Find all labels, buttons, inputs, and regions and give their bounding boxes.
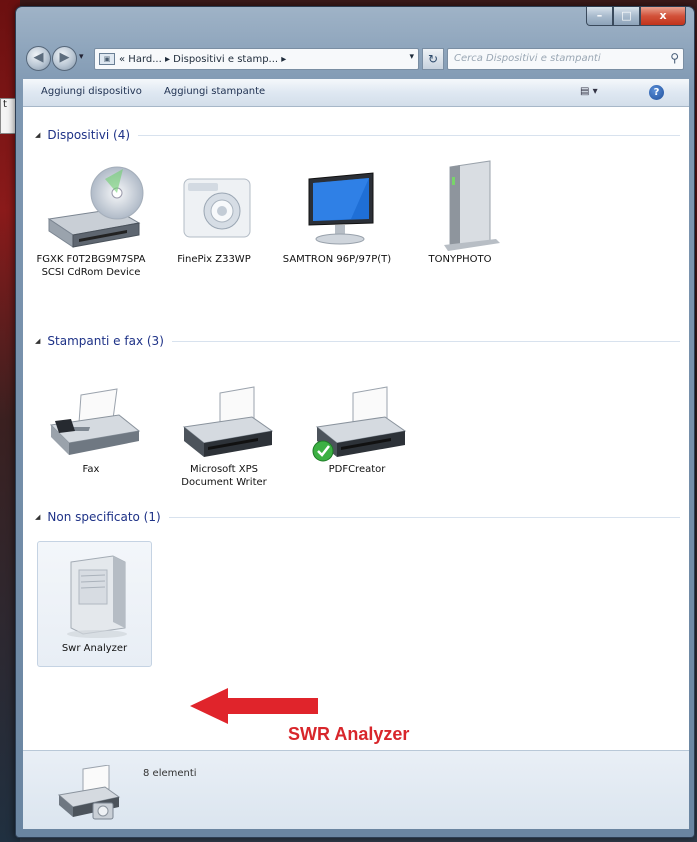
device-label: SAMTRON 96P/97P(T) [282,254,392,265]
device-item[interactable]: FinePix Z33WP [158,157,270,266]
close-button[interactable]: x [640,7,686,26]
search-input[interactable]: Cerca Dispositivi e stampanti ⚲ [447,48,684,70]
group-title: Dispositivi (4) [47,128,131,142]
fax-icon [35,375,147,463]
refresh-button[interactable]: ↻ [422,48,444,70]
details-pane: 8 elementi [23,750,689,829]
group-divider [168,516,680,518]
device-item[interactable]: FGXK F0T2BG9M7SPA SCSI CdRom Device [35,157,147,279]
title-bar[interactable]: – □ x [16,7,694,37]
device-label: FGXK F0T2BG9M7SPA SCSI CdRom Device [36,254,146,278]
printer-icon [168,375,280,463]
printer-label: PDFCreator [328,464,386,475]
collapse-arrow-icon[interactable]: ◢ [35,513,40,521]
address-text: « Hard... ▸ Dispositivi e stamp... ▸ [119,53,287,65]
group-title: Stampanti e fax (3) [47,334,164,348]
recent-pages-dropdown[interactable]: ▾ [79,52,84,62]
group-title: Non specificato (1) [47,510,161,524]
printer-label: Microsoft XPS Document Writer [181,464,267,488]
address-dropdown-icon[interactable]: ▾ [409,52,414,62]
forward-arrow-icon[interactable]: ▶ [52,46,77,71]
collapse-arrow-icon[interactable]: ◢ [35,131,40,139]
printer-item[interactable]: Microsoft XPS Document Writer [168,375,280,489]
group-divider [138,134,680,136]
search-placeholder: Cerca Dispositivi e stampanti [454,53,601,64]
address-bar[interactable]: ▣ « Hard... ▸ Dispositivi e stamp... ▸ ▾ [94,48,419,70]
help-button[interactable]: ? [649,85,664,100]
group-header-unspecified[interactable]: ◢ Non specificato (1) [35,509,680,525]
minimize-button[interactable]: – [586,7,613,26]
device-label: Swr Analyzer [61,643,128,654]
device-item[interactable]: TONYPHOTO [404,157,516,266]
computer-tower-icon [404,157,516,253]
devices-and-printers-icon [57,765,121,820]
group-header-printers[interactable]: ◢ Stampanti e fax (3) [35,333,680,349]
devices-content-pane: ◢ Dispositivi (4) FGXK F0T2BG9M7SPA SCSI… [23,107,689,750]
add-printer-button[interactable]: Aggiungi stampante [164,86,265,97]
add-device-button[interactable]: Aggiungi dispositivo [41,86,142,97]
explorer-window: – □ x ◀ ▶ ▾ ▣ « Hard... ▸ Dispositivi e … [15,6,695,838]
devices-folder-icon: ▣ [99,53,115,65]
printer-label: Fax [82,464,100,475]
printer-item[interactable]: Fax [35,375,147,476]
annotation-label: SWR Analyzer [288,724,410,744]
device-label: FinePix Z33WP [177,254,251,265]
cdrom-drive-icon [35,157,147,253]
view-options-icon[interactable]: ▤ ▾ [580,86,598,97]
desktop-note-text: t [3,99,7,110]
navigation-row: ◀ ▶ ▾ ▣ « Hard... ▸ Dispositivi e stamp.… [24,45,686,73]
unspecified-device-item[interactable]: Swr Analyzer [37,541,152,667]
printer-default-icon [301,375,413,463]
collapse-arrow-icon[interactable]: ◢ [35,337,40,345]
group-header-devices[interactable]: ◢ Dispositivi (4) [35,127,680,143]
annotation-arrow-icon [190,688,318,724]
monitor-icon [281,157,393,253]
generic-device-icon [38,542,151,642]
camera-icon [158,157,270,253]
printer-item[interactable]: PDFCreator [301,375,413,476]
back-arrow-icon[interactable]: ◀ [26,46,51,71]
maximize-button[interactable]: □ [613,7,640,26]
caption-buttons: – □ x [586,7,686,26]
device-item[interactable]: SAMTRON 96P/97P(T) [281,157,393,266]
device-label: TONYPHOTO [428,254,492,265]
group-divider [171,340,680,342]
item-count: 8 elementi [143,768,197,779]
search-icon[interactable]: ⚲ [670,51,679,65]
command-bar: Aggiungi dispositivo Aggiungi stampante … [23,79,689,107]
